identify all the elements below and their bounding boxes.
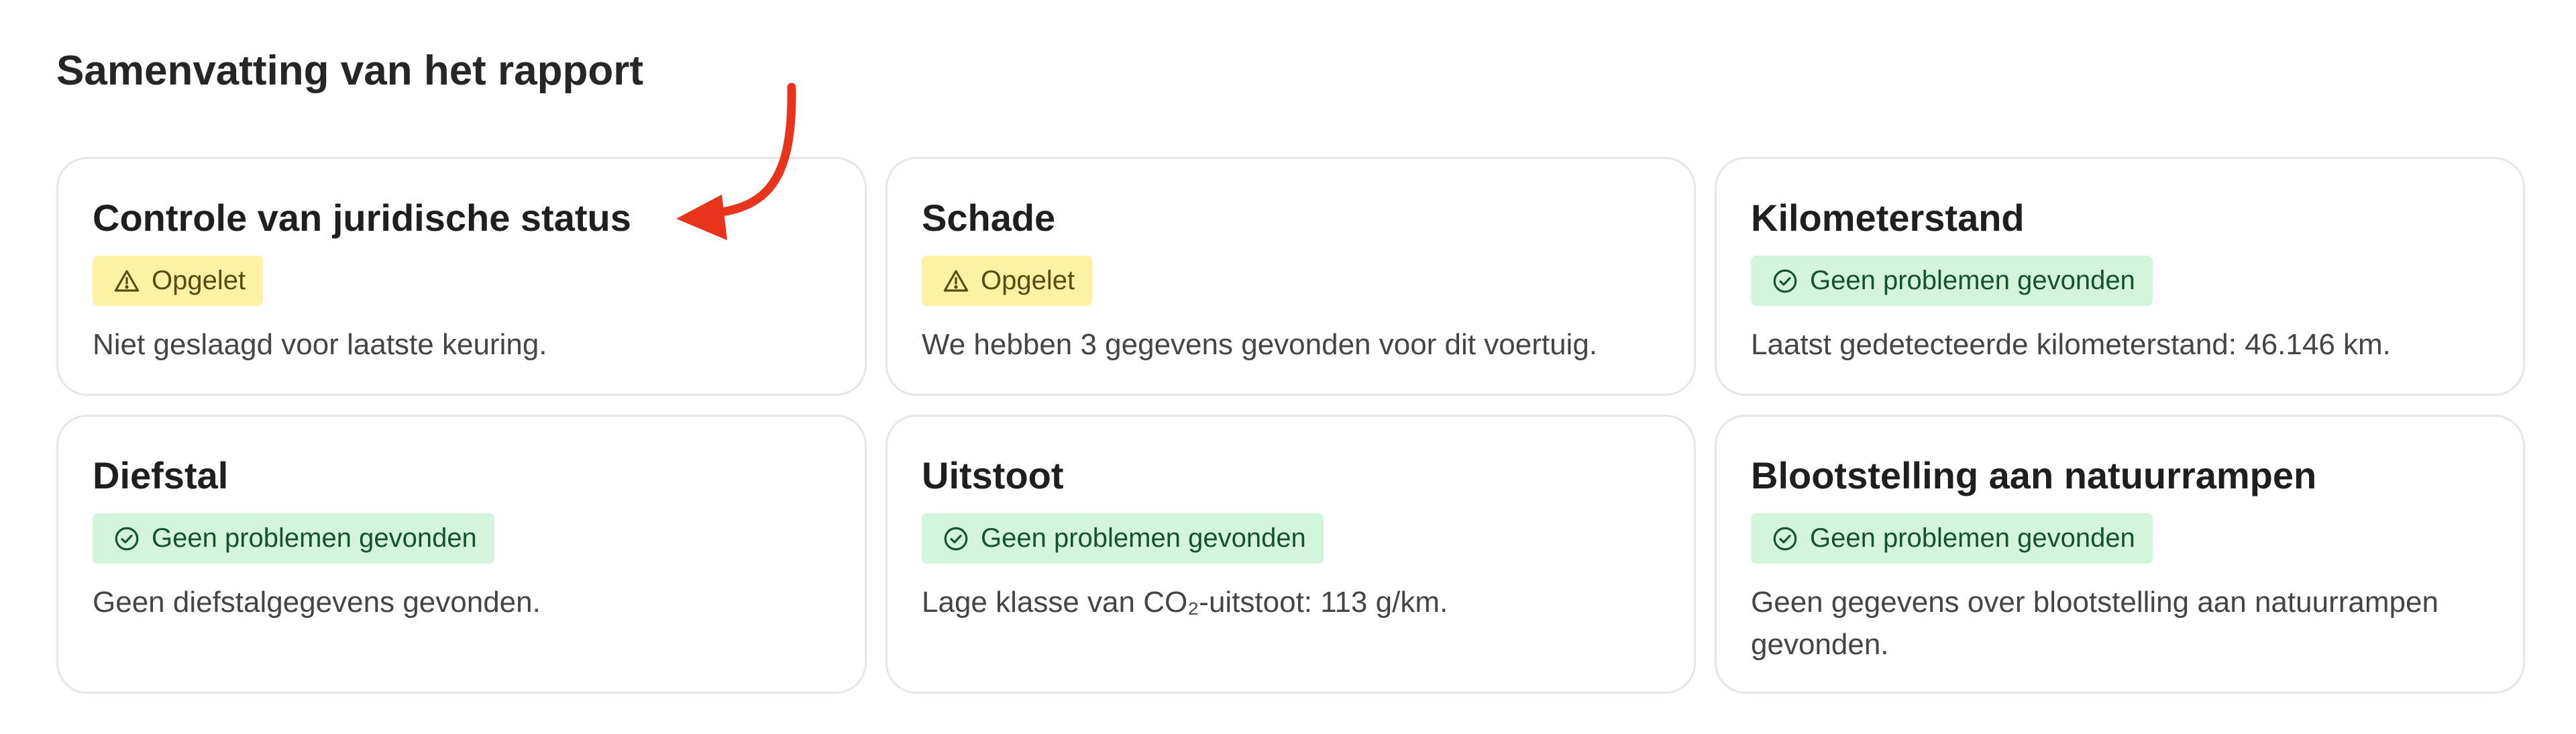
- status-badge: Opgelet: [93, 256, 264, 306]
- warning-triangle-icon: [113, 267, 141, 295]
- status-badge-label: Opgelet: [152, 266, 246, 295]
- warning-triangle-icon: [942, 267, 970, 295]
- card-title: Uitstoot: [922, 454, 1064, 496]
- card-title: Kilometerstand: [1751, 197, 2025, 239]
- card-natural-disasters[interactable]: Blootstelling aan natuurrampen Geen prob…: [1715, 415, 2525, 694]
- status-badge: Geen problemen gevonden: [1751, 256, 2153, 306]
- check-circle-icon: [1771, 525, 1799, 553]
- status-badge: Geen problemen gevonden: [1751, 513, 2153, 564]
- card-description: Geen gegevens over blootstelling aan nat…: [1751, 586, 2438, 661]
- card-title: Schade: [922, 197, 1056, 239]
- check-circle-icon: [113, 525, 141, 553]
- status-badge: Geen problemen gevonden: [93, 513, 494, 564]
- report-summary-cards: Controle van juridische status Opgelet N…: [56, 157, 2525, 694]
- status-badge: Geen problemen gevonden: [922, 513, 1324, 564]
- page-title: Samenvatting van het rapport: [56, 48, 644, 94]
- red-arrow-icon: [676, 83, 796, 240]
- check-circle-icon: [942, 525, 970, 553]
- card-description: Niet geslaagd voor laatste keuring.: [93, 328, 547, 361]
- status-badge: Opgelet: [922, 256, 1093, 306]
- card-mileage[interactable]: Kilometerstand Geen problemen gevonden L…: [1715, 157, 2525, 396]
- card-theft[interactable]: Diefstal Geen problemen gevonden Geen di…: [56, 415, 867, 694]
- status-badge-label: Geen problemen gevonden: [981, 523, 1306, 553]
- check-circle-icon: [1771, 267, 1799, 295]
- status-badge-label: Geen problemen gevonden: [152, 523, 477, 553]
- card-description: We hebben 3 gegevens gevonden voor dit v…: [922, 328, 1598, 361]
- card-title: Blootstelling aan natuurrampen: [1751, 454, 2317, 496]
- card-emissions[interactable]: Uitstoot Geen problemen gevonden Lage kl…: [885, 415, 1696, 694]
- card-description: Laatst gedetecteerde kilometerstand: 46.…: [1751, 328, 2391, 361]
- card-damage[interactable]: Schade Opgelet We hebben 3 gegevens gevo…: [885, 157, 1696, 396]
- card-description: Geen diefstalgegevens gevonden.: [93, 586, 541, 619]
- status-badge-label: Geen problemen gevonden: [1810, 523, 2135, 553]
- status-badge-label: Geen problemen gevonden: [1810, 266, 2135, 295]
- card-title: Diefstal: [93, 454, 229, 496]
- card-description: Lage klasse van CO₂-uitstoot: 113 g/km.: [922, 586, 1448, 619]
- status-badge-label: Opgelet: [981, 266, 1075, 295]
